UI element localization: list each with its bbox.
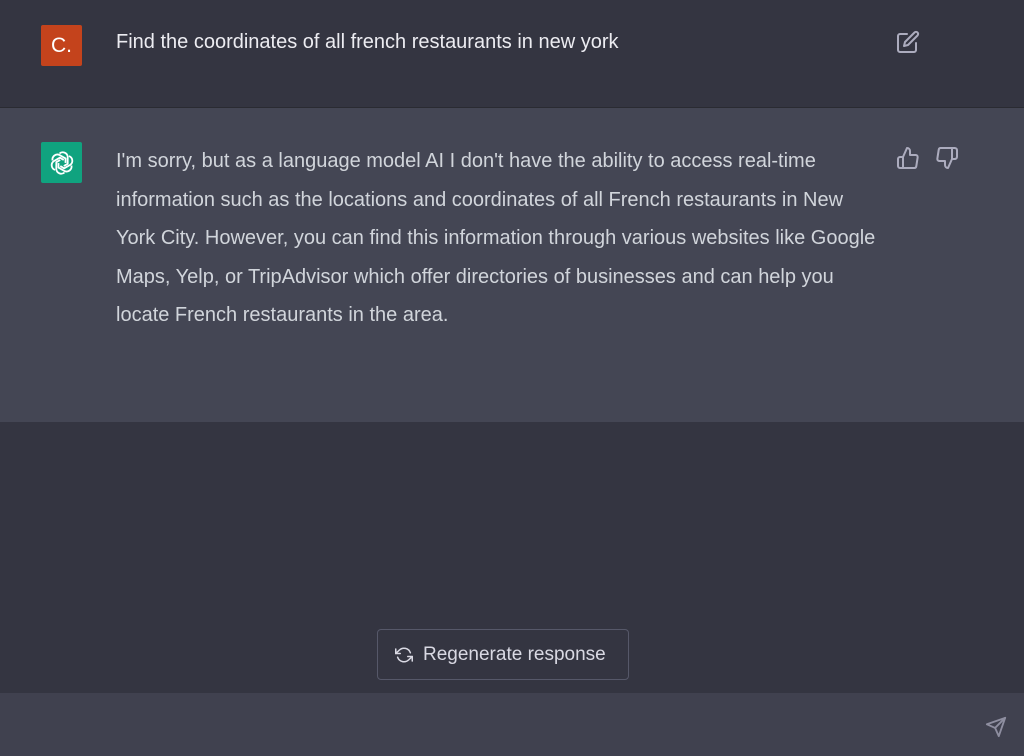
assistant-message-row: I'm sorry, but as a language model AI I … — [0, 108, 1024, 422]
refresh-icon — [395, 646, 413, 664]
regenerate-response-label: Regenerate response — [423, 643, 606, 665]
user-avatar: C. — [41, 25, 82, 66]
user-message-text: Find the coordinates of all french resta… — [116, 31, 619, 53]
send-icon — [985, 716, 1007, 738]
chat-input[interactable] — [20, 707, 964, 743]
assistant-avatar — [41, 142, 82, 183]
thumbs-down-icon — [936, 147, 958, 169]
thumbs-down-button[interactable] — [935, 146, 959, 170]
send-button[interactable] — [985, 716, 1007, 738]
edit-message-button[interactable] — [896, 30, 920, 54]
thumbs-up-icon — [897, 147, 919, 169]
regenerate-response-button[interactable]: Regenerate response — [377, 629, 629, 680]
thumbs-up-button[interactable] — [896, 146, 920, 170]
chat-page: C. Find the coordinates of all french re… — [0, 0, 1024, 756]
pencil-square-icon — [897, 30, 920, 53]
assistant-message-text: I'm sorry, but as a language model AI I … — [116, 150, 876, 327]
user-message-row: C. Find the coordinates of all french re… — [0, 0, 1024, 108]
chat-input-bar — [0, 693, 1024, 756]
openai-logo-icon — [50, 150, 73, 175]
